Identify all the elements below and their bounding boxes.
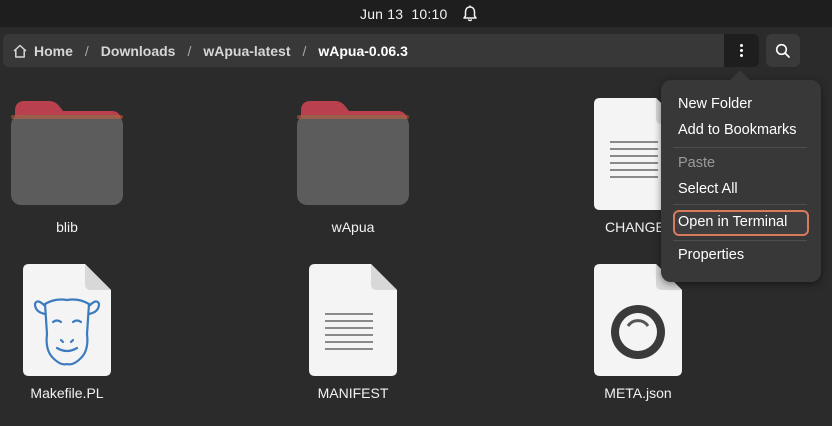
file-item-manifest[interactable]: MANIFEST <box>283 249 423 409</box>
menu-divider <box>673 204 807 205</box>
file-name: blib <box>56 219 78 235</box>
clock[interactable]: Jun 13 10:10 <box>360 6 447 22</box>
menu-divider <box>673 147 807 148</box>
breadcrumb-current[interactable]: wApua-0.06.3 <box>318 43 407 59</box>
breadcrumb-separator: / <box>84 42 89 59</box>
search-icon <box>775 43 790 58</box>
menu-item-properties[interactable]: Properties <box>678 247 744 263</box>
breadcrumb-home[interactable]: Home <box>34 43 73 59</box>
menu-item-new-folder[interactable]: New Folder <box>678 96 752 112</box>
file-name: CHANGE <box>605 219 665 235</box>
search-button[interactable] <box>766 34 800 67</box>
menu-item-add-to-bookmarks[interactable]: Add to Bookmarks <box>678 122 796 138</box>
path-bar: Home / Downloads / wApua-latest / wApua-… <box>3 34 724 67</box>
header-bar: Home / Downloads / wApua-latest / wApua-… <box>0 27 832 74</box>
menu-item-paste: Paste <box>678 155 716 171</box>
text-document-icon <box>309 264 397 376</box>
menu-divider <box>673 240 807 241</box>
vertical-dots-icon <box>740 44 743 57</box>
file-name: MANIFEST <box>317 385 389 401</box>
breadcrumb-wapua-latest[interactable]: wApua-latest <box>203 43 290 59</box>
home-icon[interactable] <box>12 43 28 59</box>
breadcrumb-separator: / <box>302 42 307 59</box>
file-name: wApua <box>331 219 375 235</box>
breadcrumb-downloads[interactable]: Downloads <box>101 43 176 59</box>
top-bar: Jun 13 10:10 <box>0 0 832 27</box>
file-item-blib[interactable]: blib <box>0 74 137 244</box>
clock-time: 10:10 <box>411 6 448 22</box>
file-name: Makefile.PL <box>30 385 104 401</box>
folder-menu-button[interactable] <box>724 34 759 67</box>
breadcrumb-separator: / <box>187 42 192 59</box>
file-name: META.json <box>604 385 672 401</box>
clock-date: Jun 13 <box>360 6 404 22</box>
folder-icon <box>297 101 409 205</box>
folder-icon <box>11 101 123 205</box>
camel-icon <box>23 264 111 376</box>
menu-item-open-in-terminal[interactable]: Open in Terminal <box>678 214 787 230</box>
file-item-wapua[interactable]: wApua <box>283 74 423 244</box>
file-item-makefile-pl[interactable]: Makefile.PL <box>0 249 137 409</box>
bell-icon[interactable] <box>460 4 480 24</box>
folder-context-menu: New Folder Add to Bookmarks Paste Select… <box>661 80 821 282</box>
menu-item-select-all[interactable]: Select All <box>678 181 738 197</box>
